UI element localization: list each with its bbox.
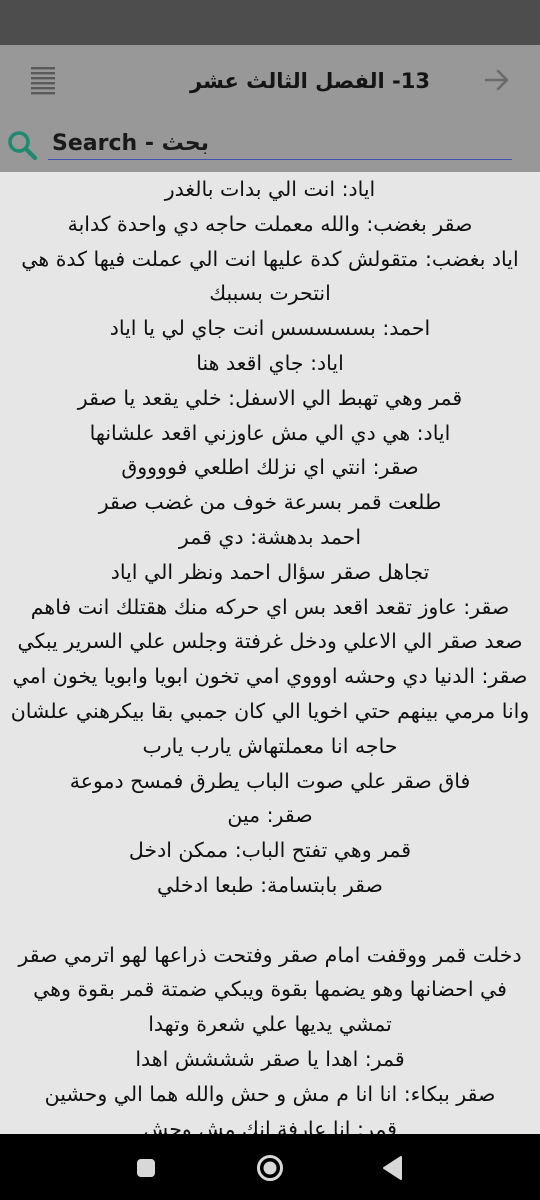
status-bar	[0, 0, 540, 45]
arrow-right-icon[interactable]	[482, 65, 512, 95]
circle-icon[interactable]	[254, 1152, 286, 1184]
search-bar	[0, 118, 540, 172]
search-input[interactable]	[48, 128, 512, 160]
square-icon[interactable]	[130, 1152, 162, 1184]
page-title: 13- الفصل الثالث عشر	[190, 69, 430, 93]
triangle-back-icon[interactable]	[377, 1152, 409, 1184]
chapter-text: اياد: انت الي بدات بالغدر صقر بغضب: والل…	[10, 177, 530, 1134]
chapter-content[interactable]: اياد: انت الي بدات بالغدر صقر بغضب: والل…	[0, 172, 540, 1134]
app-bar: 13- الفصل الثالث عشر	[0, 45, 540, 118]
navigation-bar	[0, 1134, 540, 1200]
search-icon[interactable]	[6, 129, 38, 161]
list-icon[interactable]	[28, 65, 58, 99]
